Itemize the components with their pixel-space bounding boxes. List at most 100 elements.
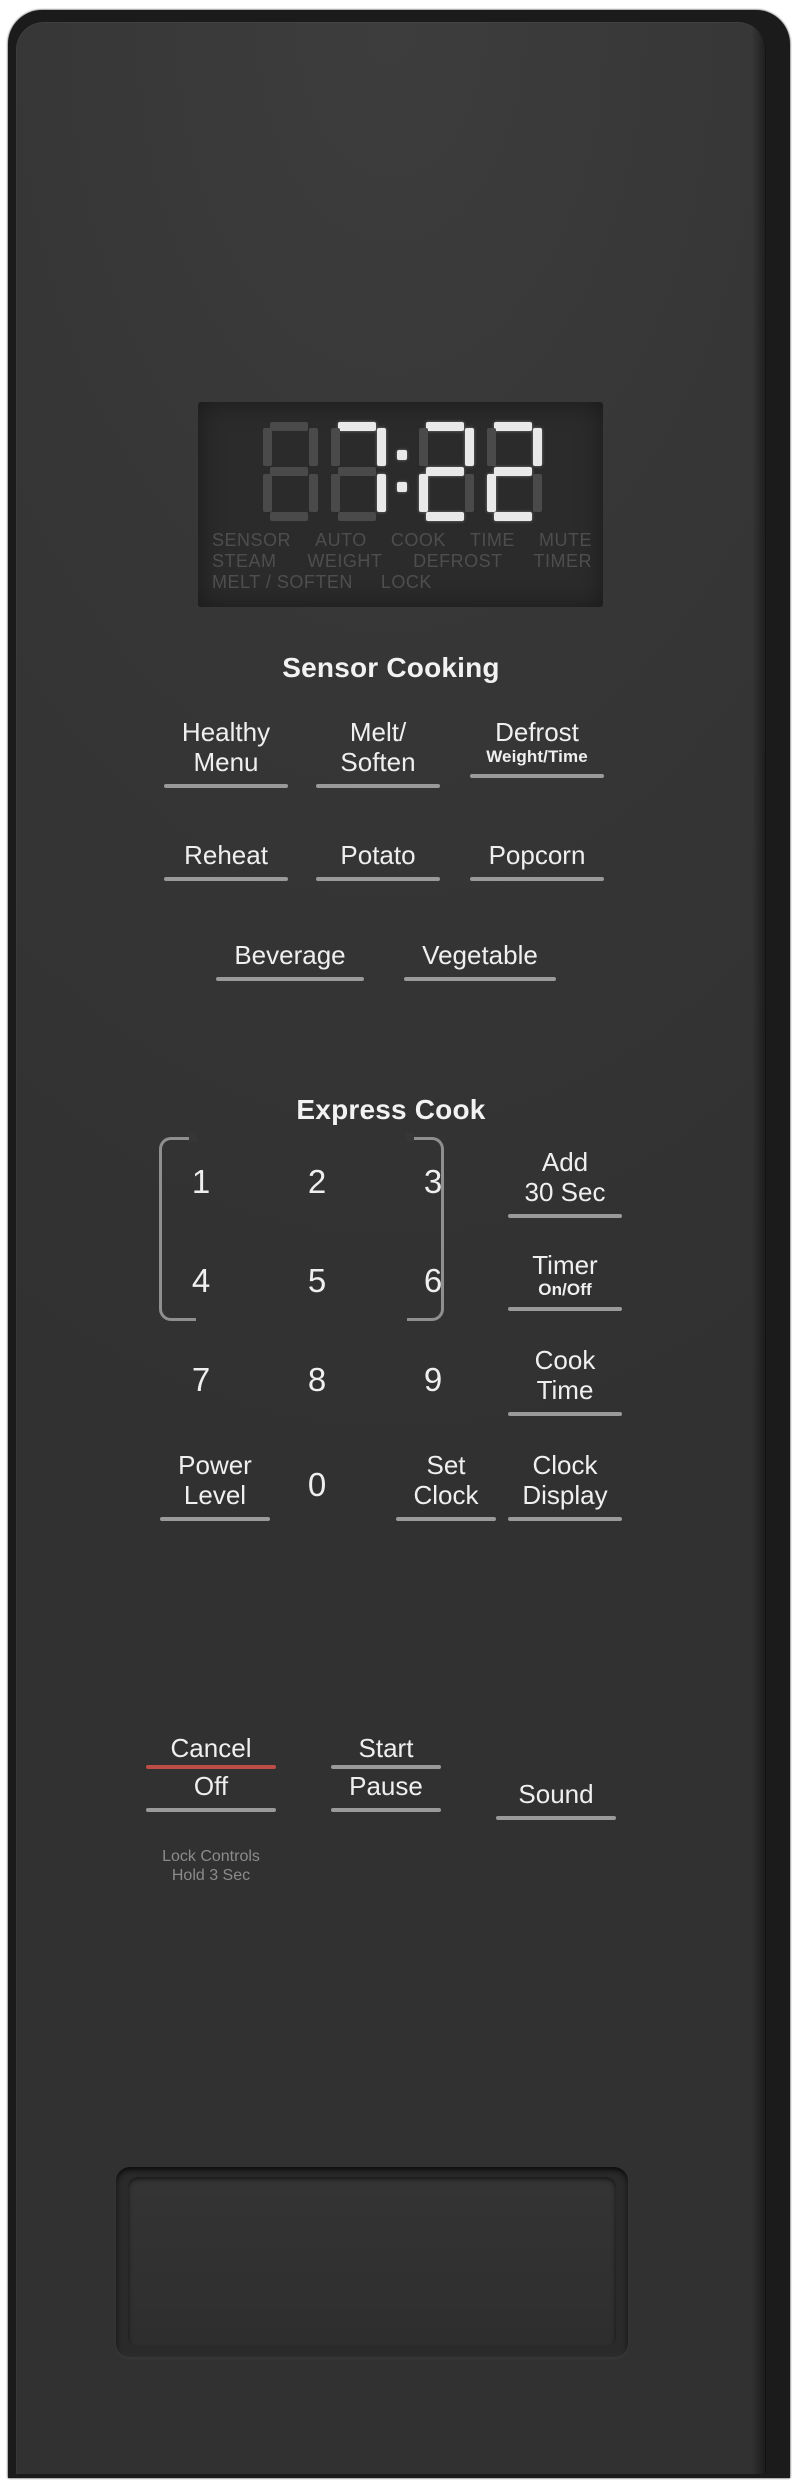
button-cancel-off[interactable]: Cancel Off xyxy=(146,1733,276,1812)
section-title-express-cook: Express Cook xyxy=(296,1094,486,1125)
button-vegetable-label: Vegetable xyxy=(422,940,538,970)
segment-d xyxy=(494,512,532,521)
button-underline xyxy=(160,1517,270,1521)
door-seam xyxy=(752,22,766,2474)
control-panel-face: SENSOR AUTO COOK TIME MUTE STEAM WEIGHT … xyxy=(16,22,766,2474)
button-defrost[interactable]: Defrost Weight/Time xyxy=(470,717,604,778)
cancel-lock-hint-line2: Hold 3 Sec xyxy=(171,1867,251,1884)
button-add-30-sec-line1: Add xyxy=(541,1147,589,1177)
button-underline xyxy=(470,877,604,881)
microwave-body: SENSOR AUTO COOK TIME MUTE STEAM WEIGHT … xyxy=(8,10,790,2478)
button-melt-soften-line2: Soften xyxy=(340,747,416,777)
segment-g xyxy=(338,467,376,476)
button-underline xyxy=(508,1214,622,1218)
segment-g xyxy=(270,467,308,476)
button-start-label: Start xyxy=(358,1733,414,1763)
segment-f xyxy=(487,428,496,466)
button-digit-8-label: 8 xyxy=(307,1361,327,1398)
segment-f xyxy=(419,428,428,466)
button-digit-7-label: 7 xyxy=(191,1361,211,1398)
button-set-clock[interactable]: Set Clock xyxy=(396,1450,496,1521)
button-underline xyxy=(508,1412,622,1416)
button-underline xyxy=(316,784,440,788)
segment-c xyxy=(309,474,318,512)
button-clock-display-line1: Clock xyxy=(532,1450,598,1480)
button-potato[interactable]: Potato xyxy=(316,840,440,881)
segment-a xyxy=(494,422,532,431)
button-digit-2-label: 2 xyxy=(307,1163,327,1200)
button-clock-display[interactable]: Clock Display xyxy=(508,1450,622,1521)
button-underline xyxy=(508,1517,622,1521)
button-digit-0[interactable]: 0 xyxy=(290,1465,344,1505)
button-popcorn[interactable]: Popcorn xyxy=(470,840,604,881)
button-add-30-sec[interactable]: Add 30 Sec xyxy=(508,1147,622,1218)
cancel-red-divider xyxy=(146,1765,276,1769)
button-beverage[interactable]: Beverage xyxy=(216,940,364,981)
segment-d xyxy=(426,512,464,521)
indicator-timer: TIMER xyxy=(533,551,592,571)
button-power-level[interactable]: Power Level xyxy=(160,1450,270,1521)
button-digit-7[interactable]: 7 xyxy=(174,1360,228,1400)
button-underline xyxy=(146,1808,276,1812)
segment-c xyxy=(465,474,474,512)
door-handle-inner xyxy=(128,2177,616,2347)
button-digit-4[interactable]: 4 xyxy=(174,1261,228,1301)
button-underline xyxy=(331,1808,441,1812)
button-potato-label: Potato xyxy=(340,840,416,870)
button-reheat[interactable]: Reheat xyxy=(164,840,288,881)
button-off-label: Off xyxy=(193,1771,229,1801)
indicator-mute: MUTE xyxy=(538,530,592,550)
button-timer-on-off[interactable]: Timer On/Off xyxy=(508,1250,622,1311)
button-underline xyxy=(316,877,440,881)
indicator-sensor: SENSOR xyxy=(212,530,292,550)
segment-e xyxy=(419,474,428,512)
indicator-weight: WEIGHT xyxy=(307,551,383,571)
button-digit-1[interactable]: 1 xyxy=(174,1162,228,1202)
segment-b xyxy=(309,428,318,466)
button-vegetable[interactable]: Vegetable xyxy=(404,940,556,981)
indicator-time: TIME xyxy=(469,530,515,550)
button-digit-9-label: 9 xyxy=(423,1361,443,1398)
clock-colon xyxy=(393,420,411,524)
button-digit-6[interactable]: 6 xyxy=(406,1261,460,1301)
button-clock-display-line2: Display xyxy=(522,1480,608,1510)
cancel-lock-hint-line1: Lock Controls xyxy=(162,1848,260,1865)
button-healthy-menu-line1: Healthy xyxy=(181,717,271,747)
segment-e xyxy=(263,474,272,512)
button-defrost-line1: Defrost xyxy=(495,717,579,747)
vfd-display: SENSOR AUTO COOK TIME MUTE STEAM WEIGHT … xyxy=(198,402,603,607)
colon-dot-bottom xyxy=(397,482,407,492)
button-digit-2[interactable]: 2 xyxy=(290,1162,344,1202)
button-digit-3[interactable]: 3 xyxy=(406,1162,460,1202)
button-reheat-label: Reheat xyxy=(184,840,268,870)
door-handle-recess[interactable] xyxy=(116,2167,628,2357)
indicator-auto: AUTO xyxy=(315,530,367,550)
button-popcorn-label: Popcorn xyxy=(488,840,586,870)
button-digit-5[interactable]: 5 xyxy=(290,1261,344,1301)
button-underline xyxy=(216,977,364,981)
button-healthy-menu-line2: Menu xyxy=(193,747,259,777)
seven-segment-digit-1 xyxy=(259,420,321,524)
button-cook-time-line1: Cook xyxy=(534,1345,596,1375)
button-healthy-menu[interactable]: Healthy Menu xyxy=(164,717,288,788)
button-underline xyxy=(164,784,288,788)
button-underline xyxy=(508,1307,622,1311)
button-melt-soften[interactable]: Melt/ Soften xyxy=(316,717,440,788)
button-add-30-sec-line2: 30 Sec xyxy=(524,1177,606,1207)
button-sound[interactable]: Sound xyxy=(496,1779,616,1820)
indicator-cook: COOK xyxy=(390,530,446,550)
button-pause-label: Pause xyxy=(349,1771,423,1801)
segment-g xyxy=(426,467,464,476)
button-underline xyxy=(496,1816,616,1820)
button-cook-time[interactable]: Cook Time xyxy=(508,1345,622,1416)
indicator-melt-soften: MELT / SOFTEN xyxy=(212,572,353,592)
segment-a xyxy=(426,422,464,431)
button-underline xyxy=(396,1517,496,1521)
button-digit-8[interactable]: 8 xyxy=(290,1360,344,1400)
button-digit-9[interactable]: 9 xyxy=(406,1360,460,1400)
segment-f xyxy=(331,428,340,466)
button-digit-0-label: 0 xyxy=(307,1466,327,1503)
button-underline xyxy=(164,877,288,881)
button-start-pause[interactable]: Start Pause xyxy=(331,1733,441,1812)
indicator-row-1: SENSOR AUTO COOK TIME MUTE xyxy=(212,530,592,551)
